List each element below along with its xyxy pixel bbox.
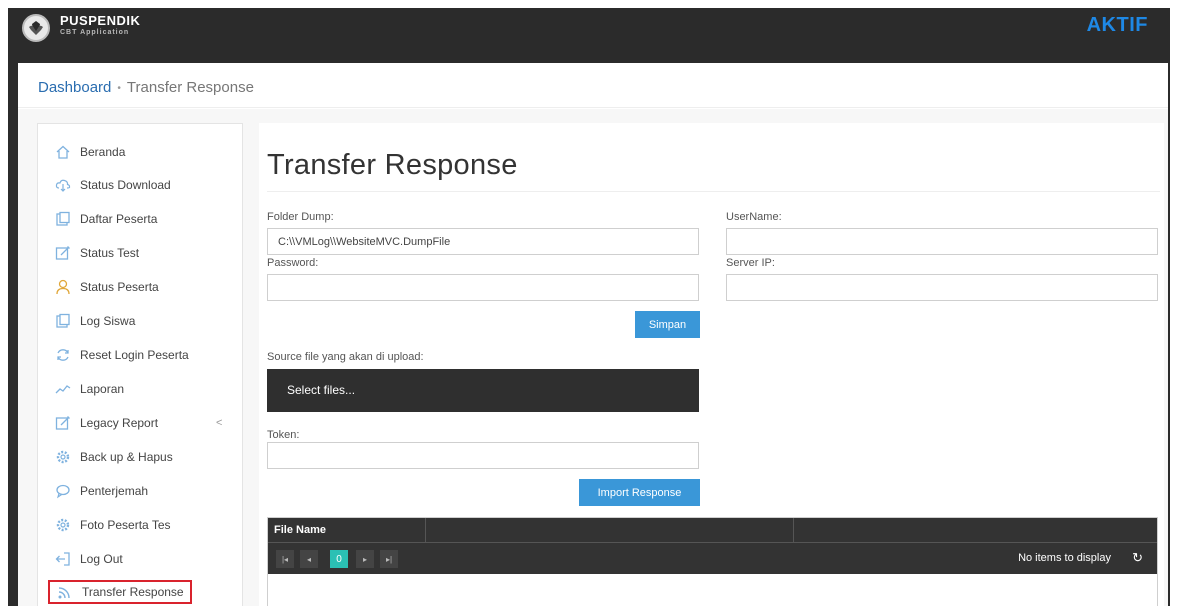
user-icon <box>54 278 72 296</box>
username-input[interactable] <box>726 228 1158 255</box>
sidebar-item-status-test[interactable]: Status Test <box>54 242 139 264</box>
sidebar-item-label: Status Test <box>80 246 140 260</box>
sidebar-item-status-peserta[interactable]: Status Peserta <box>54 276 159 298</box>
next-page-icon[interactable]: ▸ <box>356 550 374 568</box>
column-header-file-name[interactable]: File Name <box>268 518 426 543</box>
sidebar-item-backup-hapus[interactable]: Back up & Hapus <box>54 446 173 468</box>
breadcrumb: Dashboard • Transfer Response <box>18 63 1168 108</box>
sidebar-item-reset-login-peserta[interactable]: Reset Login Peserta <box>54 344 189 366</box>
sidebar-item-transfer-response[interactable]: Transfer Response <box>48 580 192 604</box>
brand-subtitle: CBT Application <box>60 29 130 36</box>
sidebar-item-foto-peserta-tes[interactable]: Foto Peserta Tes <box>54 514 171 536</box>
token-label: Token: <box>267 429 300 441</box>
select-files-button[interactable]: Select files... <box>287 383 355 397</box>
folder-icon <box>54 312 72 330</box>
brand-title: PUSPENDIK <box>60 13 141 28</box>
sidebar: Beranda Status Download Daftar Peserta S… <box>37 123 243 606</box>
sidebar-item-label: Legacy Report <box>80 416 159 430</box>
sidebar-item-label: Foto Peserta Tes <box>80 518 171 532</box>
sidebar-item-label: Daftar Peserta <box>80 212 158 226</box>
column-header <box>426 518 794 543</box>
gear-icon <box>54 448 72 466</box>
empty-grid-text: No items to display <box>1018 552 1111 564</box>
chat-icon <box>54 482 72 500</box>
page-title: Transfer Response <box>267 149 518 181</box>
import-response-button[interactable]: Import Response <box>579 479 700 506</box>
file-upload-dropzone[interactable]: Select files... <box>267 369 699 412</box>
prev-page-icon[interactable]: ◂ <box>300 550 318 568</box>
sidebar-item-label: Reset Login Peserta <box>80 348 189 362</box>
password-input[interactable] <box>267 274 699 301</box>
sidebar-item-label: Back up & Hapus <box>80 450 173 464</box>
sidebar-item-laporan[interactable]: Laporan <box>54 378 124 400</box>
refresh-icon[interactable]: ↻ <box>1132 550 1143 566</box>
sidebar-item-log-siswa[interactable]: Log Siswa <box>54 310 135 332</box>
edit-icon <box>54 414 72 432</box>
server-ip-input[interactable] <box>726 274 1158 301</box>
sidebar-item-label: Status Download <box>80 178 171 192</box>
logout-icon <box>54 550 72 568</box>
content-area: Beranda Status Download Daftar Peserta S… <box>18 109 1168 606</box>
first-page-icon[interactable]: |◂ <box>276 550 294 568</box>
sidebar-item-label: Log Out <box>80 552 123 566</box>
rss-icon <box>56 583 74 601</box>
gear-icon <box>54 516 72 534</box>
source-file-label: Source file yang akan di upload: <box>267 351 424 363</box>
password-label: Password: <box>267 257 319 269</box>
title-divider <box>267 191 1160 192</box>
username-label: UserName: <box>726 211 782 223</box>
file-grid: File Name |◂ ◂ 0 ▸ ▸| No items to displa… <box>267 517 1158 606</box>
main-panel: Dashboard • Transfer Response Beranda Stat… <box>18 63 1168 606</box>
sidebar-item-label: Beranda <box>80 145 126 159</box>
breadcrumb-home-link[interactable]: Dashboard <box>38 79 111 96</box>
sidebar-item-legacy-report[interactable]: Legacy Report < <box>54 412 234 434</box>
status-badge: AKTIF <box>1086 14 1148 36</box>
server-ip-label: Server IP: <box>726 257 775 269</box>
cloud-download-icon <box>54 176 72 194</box>
edit-icon <box>54 244 72 262</box>
grid-header: File Name <box>268 518 1157 543</box>
sidebar-item-daftar-peserta[interactable]: Daftar Peserta <box>54 208 157 230</box>
sidebar-item-status-download[interactable]: Status Download <box>54 174 171 196</box>
refresh-icon <box>54 346 72 364</box>
sidebar-item-label: Penterjemah <box>80 484 149 498</box>
sidebar-item-label: Transfer Response <box>82 585 184 599</box>
breadcrumb-separator: • <box>117 82 121 94</box>
last-page-icon[interactable]: ▸| <box>380 550 398 568</box>
chevron-left-icon[interactable]: < <box>216 417 222 429</box>
chart-line-icon <box>54 380 72 398</box>
transfer-response-form: Transfer Response Folder Dump: UserName:… <box>259 123 1164 606</box>
token-input[interactable] <box>267 442 699 469</box>
folder-dump-input[interactable] <box>267 228 699 255</box>
sidebar-item-log-out[interactable]: Log Out <box>54 548 123 570</box>
folder-icon <box>54 210 72 228</box>
grid-pager: |◂ ◂ 0 ▸ ▸| No items to display ↻ <box>268 543 1157 574</box>
sidebar-item-penterjemah[interactable]: Penterjemah <box>54 480 148 502</box>
column-header <box>794 518 1157 543</box>
folder-dump-label: Folder Dump: <box>267 211 334 223</box>
home-icon <box>54 143 72 161</box>
app-window: PUSPENDIK CBT Application AKTIF Dashboar… <box>8 8 1170 606</box>
sidebar-item-label: Log Siswa <box>80 314 136 328</box>
sidebar-item-label: Laporan <box>80 382 125 396</box>
sidebar-item-beranda[interactable]: Beranda <box>54 141 125 163</box>
top-bar: PUSPENDIK CBT Application AKTIF <box>8 8 1170 48</box>
breadcrumb-current: Transfer Response <box>126 79 254 96</box>
current-page-number[interactable]: 0 <box>330 550 348 568</box>
logo-emblem-icon <box>22 14 50 42</box>
save-button[interactable]: Simpan <box>635 311 700 338</box>
sidebar-item-label: Status Peserta <box>80 280 159 294</box>
